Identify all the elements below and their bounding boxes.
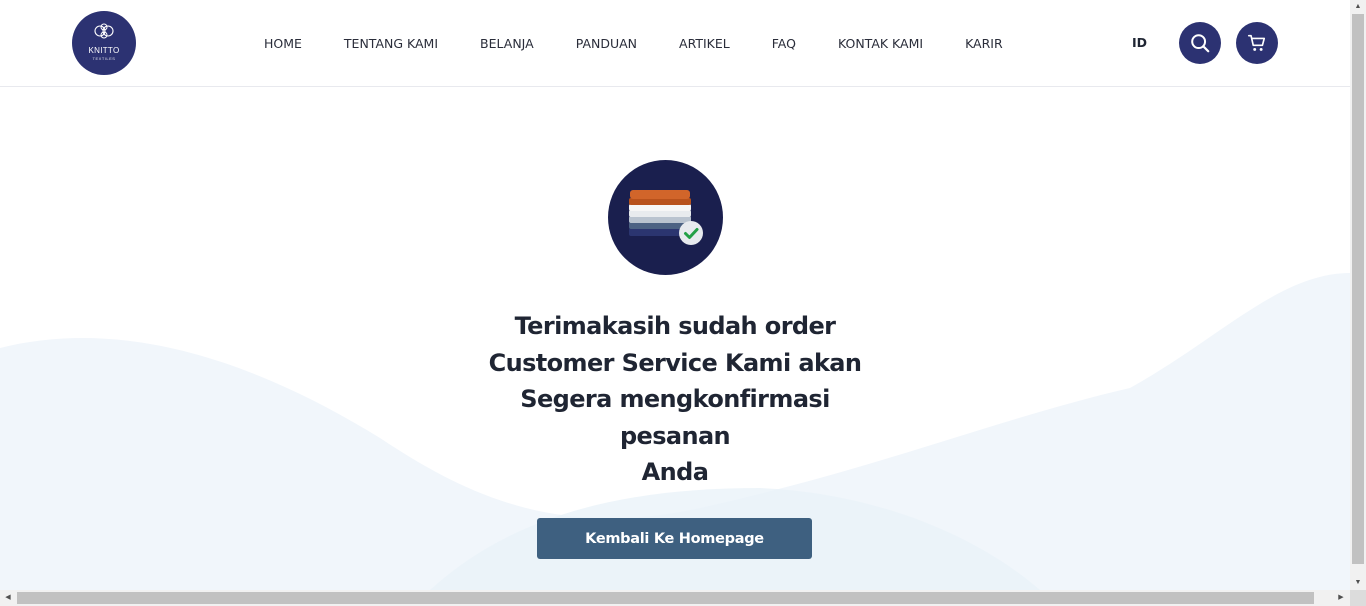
- brand-tagline: TEXTILES: [92, 56, 116, 61]
- fabric-stack-check-icon: [608, 160, 723, 275]
- brand-name: KNITTO: [88, 46, 120, 55]
- knitto-logo[interactable]: KNITTO TEXTILES: [72, 11, 136, 75]
- thank-you-message: Terimakasih sudah order Customer Service…: [475, 308, 875, 491]
- message-line: Anda: [641, 458, 709, 486]
- main-nav: HOME TENTANG KAMI BELANJA PANDUAN ARTIKE…: [264, 0, 1045, 87]
- horizontal-scrollbar[interactable]: ◀ ▶: [0, 590, 1350, 606]
- scroll-down-icon[interactable]: ▼: [1350, 576, 1366, 590]
- order-confirmation: Terimakasih sudah order Customer Service…: [0, 88, 1350, 590]
- horizontal-scroll-thumb[interactable]: [17, 592, 1314, 604]
- scroll-up-icon[interactable]: ▲: [1350, 0, 1366, 14]
- message-line: Customer Service Kami akan: [488, 348, 862, 377]
- nav-karir[interactable]: KARIR: [965, 36, 1003, 51]
- cart-button[interactable]: [1236, 22, 1278, 64]
- scrollbar-corner: [1350, 590, 1366, 606]
- search-button[interactable]: [1179, 22, 1221, 64]
- vertical-scrollbar[interactable]: ▲ ▼: [1350, 0, 1366, 590]
- nav-artikel[interactable]: ARTIKEL: [679, 36, 730, 51]
- site-header: KNITTO TEXTILES HOME TENTANG KAMI BELANJ…: [0, 0, 1350, 87]
- vertical-scroll-thumb[interactable]: [1352, 14, 1364, 564]
- nav-home[interactable]: HOME: [264, 36, 302, 51]
- cart-icon: [1247, 34, 1266, 51]
- message-line: Terimakasih sudah order: [514, 312, 836, 340]
- knitto-logo-icon: [94, 23, 114, 39]
- nav-faq[interactable]: FAQ: [772, 36, 796, 51]
- language-switcher[interactable]: ID: [1132, 35, 1147, 50]
- nav-kontak-kami[interactable]: KONTAK KAMI: [838, 36, 923, 51]
- search-icon: [1191, 34, 1210, 53]
- back-to-homepage-button[interactable]: Kembali Ke Homepage: [537, 518, 812, 559]
- nav-panduan[interactable]: PANDUAN: [576, 36, 637, 51]
- scroll-left-icon[interactable]: ◀: [1, 590, 15, 606]
- nav-tentang-kami[interactable]: TENTANG KAMI: [344, 36, 438, 51]
- message-line: Segera mengkonfirmasi pesanan: [520, 385, 830, 450]
- nav-belanja[interactable]: BELANJA: [480, 36, 534, 51]
- scroll-right-icon[interactable]: ▶: [1334, 590, 1348, 606]
